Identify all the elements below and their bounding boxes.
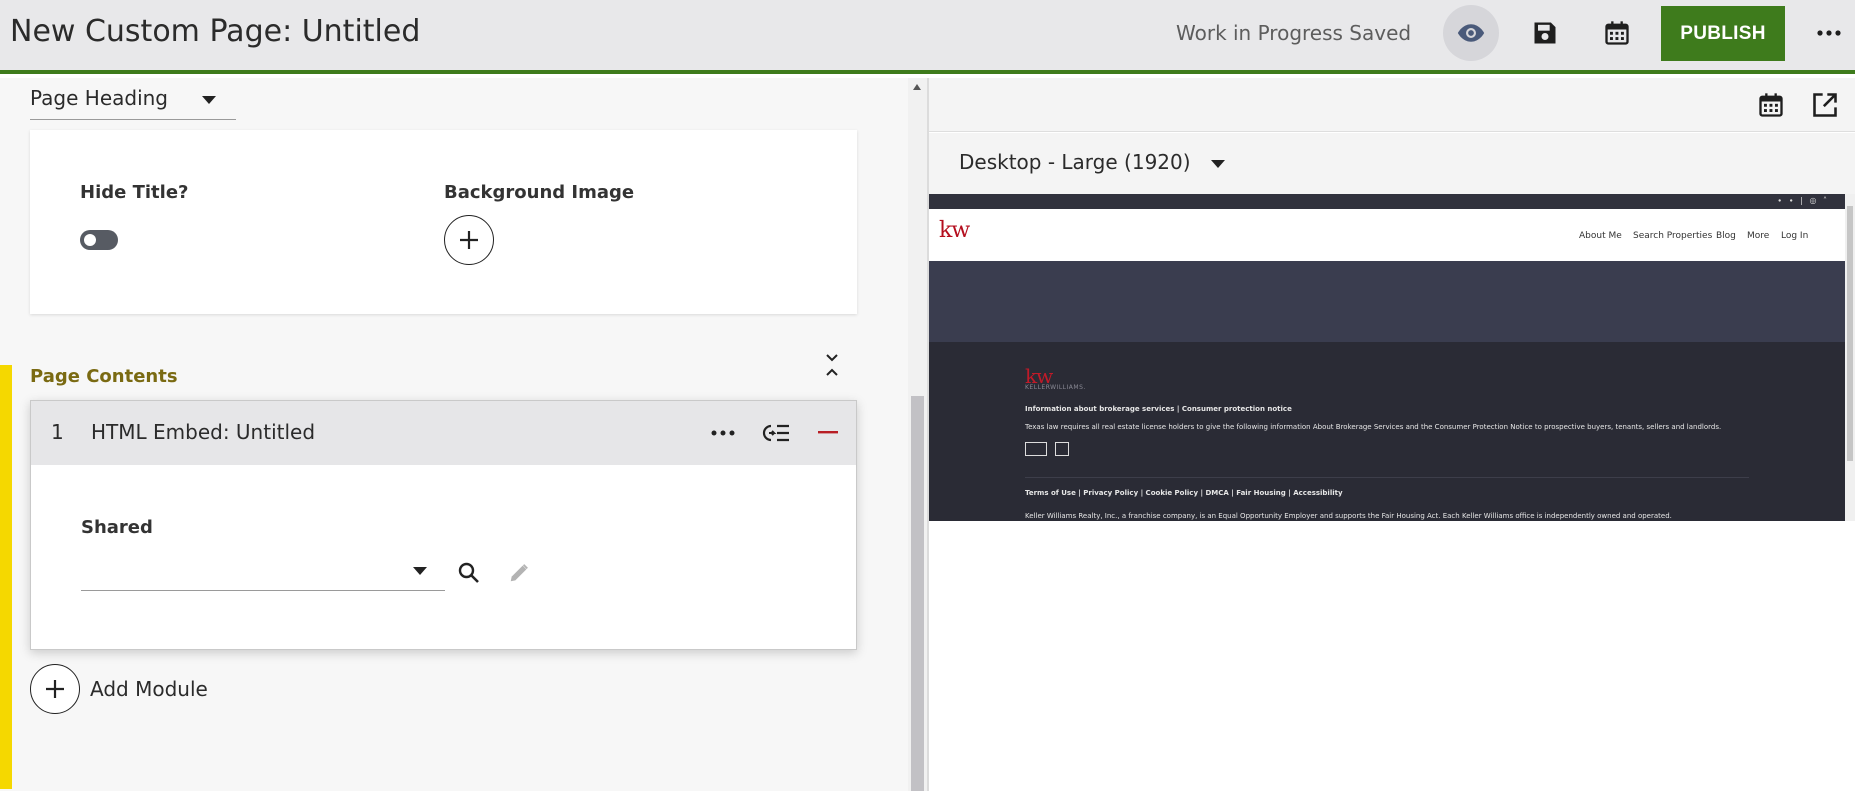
scrollbar-thumb[interactable] — [911, 396, 924, 791]
site-menu-item[interactable]: Blog — [1716, 231, 1736, 241]
site-hero — [929, 261, 1845, 342]
preview-panel: Desktop - Large (1920) ∙ ∙ | ◎ ˄ kw Abou… — [929, 78, 1855, 791]
site-menu-item[interactable]: Log In — [1781, 231, 1808, 241]
site-logo[interactable]: kw — [939, 218, 970, 243]
module-reorder-button[interactable] — [758, 415, 794, 451]
caret-down-icon — [202, 96, 216, 104]
social-links[interactable]: ∙ ∙ | ◎ ˄ — [1777, 196, 1829, 205]
more-icon — [711, 430, 735, 436]
module-card: 1 HTML Embed: Untitled Shared — [30, 400, 857, 650]
editor-scrollbar[interactable] — [908, 78, 927, 791]
eye-icon — [1457, 24, 1485, 42]
module-header[interactable]: 1 HTML Embed: Untitled — [31, 401, 856, 465]
save-icon — [1534, 22, 1556, 44]
caret-down-icon — [413, 567, 427, 575]
caret-down-icon — [1210, 159, 1225, 168]
shared-label: Shared — [81, 517, 153, 538]
pencil-icon — [510, 564, 528, 582]
background-image-label: Background Image — [444, 182, 635, 203]
page-heading-card: Hide Title? Background Image — [30, 130, 857, 314]
scroll-up-arrow-icon[interactable] — [913, 84, 921, 90]
hide-title-label: Hide Title? — [80, 182, 189, 203]
brokerage-links[interactable]: Information about brokerage services | C… — [1025, 405, 1292, 413]
preview-scrollbar[interactable] — [1845, 194, 1855, 521]
site-footer: kw KELLERWILLIAMS. Information about bro… — [929, 342, 1845, 521]
page-contents-label: Page Contents — [30, 366, 178, 387]
copyright-text: Keller Williams Realty, Inc., a franchis… — [1025, 512, 1672, 520]
preview-schedule-button[interactable] — [1753, 87, 1789, 123]
page-title: New Custom Page: Untitled — [10, 14, 421, 49]
site-top-strip: ∙ ∙ | ◎ ˄ — [929, 194, 1845, 209]
module-number: 1 — [51, 420, 64, 444]
collapse-all-button[interactable] — [820, 348, 844, 382]
add-background-image-button[interactable] — [444, 215, 494, 265]
calendar-icon — [1759, 93, 1783, 117]
hide-title-toggle[interactable] — [80, 230, 118, 250]
editor-panel: Page Heading Hide Title? Background Imag… — [0, 78, 908, 791]
add-module-circle — [30, 664, 80, 714]
page-heading-select-value: Page Heading — [30, 86, 168, 110]
footer-badges — [1025, 442, 1093, 456]
open-external-button[interactable] — [1807, 87, 1843, 123]
module-more-button[interactable] — [705, 415, 741, 451]
footer-logo-sub: KELLERWILLIAMS. — [1025, 384, 1086, 391]
open-external-icon — [1813, 93, 1837, 117]
add-module-label: Add Module — [90, 677, 208, 701]
save-status: Work in Progress Saved — [1176, 21, 1412, 45]
plus-icon — [46, 680, 64, 698]
schedule-button[interactable] — [1589, 5, 1645, 61]
device-size-value: Desktop - Large (1920) — [959, 150, 1191, 174]
edit-shared-button[interactable] — [505, 559, 533, 587]
footer-divider — [1025, 477, 1749, 478]
collapse-icon — [826, 354, 838, 376]
equal-housing-icon — [1025, 442, 1047, 456]
calendar-icon — [1605, 21, 1629, 45]
toggle-knob — [84, 234, 96, 246]
site-preview-frame[interactable]: ∙ ∙ | ◎ ˄ kw About Me Search Properties … — [929, 194, 1845, 521]
minus-icon — [818, 431, 838, 434]
plus-icon — [460, 231, 478, 249]
texas-notice: Texas law requires all real estate licen… — [1025, 423, 1722, 431]
site-menu-item[interactable]: More — [1747, 231, 1769, 241]
preview-toolbar — [929, 78, 1855, 132]
preview-toggle-button[interactable] — [1443, 5, 1499, 61]
device-row: Desktop - Large (1920) — [929, 133, 1855, 194]
preview-scrollbar-thumb[interactable] — [1847, 206, 1853, 461]
page-heading-select[interactable]: Page Heading — [30, 82, 236, 120]
more-icon — [1817, 30, 1841, 36]
site-menu-item[interactable]: About Me — [1579, 231, 1622, 241]
more-menu-button[interactable] — [1803, 5, 1855, 61]
list-reorder-icon — [762, 424, 789, 442]
add-module-button[interactable]: Add Module — [30, 664, 208, 714]
site-menu-item[interactable]: Search Properties — [1633, 231, 1712, 241]
device-size-select[interactable]: Desktop - Large (1920) — [959, 150, 1225, 174]
contents-accent-bar — [0, 365, 12, 789]
shared-embed-select[interactable] — [81, 551, 445, 591]
top-header: New Custom Page: Untitled Work in Progre… — [0, 0, 1855, 74]
realtor-icon — [1055, 442, 1069, 456]
search-shared-button[interactable] — [455, 559, 483, 587]
publish-button[interactable]: PUBLISH — [1661, 6, 1785, 61]
module-remove-button[interactable] — [810, 415, 846, 451]
search-icon — [458, 562, 479, 583]
legal-links[interactable]: Terms of Use | Privacy Policy | Cookie P… — [1025, 489, 1343, 497]
site-nav: kw About Me Search Properties Blog More … — [929, 209, 1845, 261]
save-button[interactable] — [1517, 5, 1573, 61]
module-title: HTML Embed: Untitled — [91, 420, 316, 444]
mls-icon — [1077, 442, 1093, 456]
